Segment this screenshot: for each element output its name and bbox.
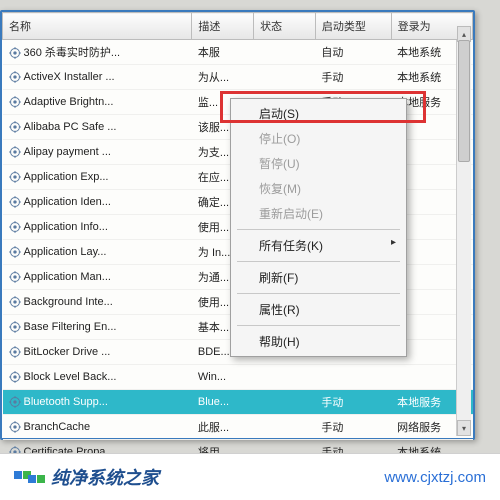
- cell-name: Application Iden...: [3, 190, 192, 215]
- cell-start-type: 手动: [315, 390, 391, 415]
- ctx-help[interactable]: 帮助(H): [231, 329, 406, 354]
- cell-status: [254, 390, 316, 415]
- cell-desc: 为从...: [192, 65, 254, 90]
- cell-name: Alipay payment ...: [3, 140, 192, 165]
- gear-icon: [9, 246, 21, 258]
- table-row[interactable]: BranchCache此服...手动网络服务: [3, 415, 473, 440]
- cell-name: Application Exp...: [3, 165, 192, 190]
- ctx-separator: [237, 293, 400, 294]
- brand-text: 纯净系统之家: [51, 464, 159, 490]
- ctx-pause: 暂停(U): [231, 151, 406, 176]
- col-header-desc[interactable]: 描述: [192, 13, 254, 40]
- ctx-properties[interactable]: 属性(R): [231, 297, 406, 322]
- cell-name: Application Man...: [3, 265, 192, 290]
- gear-icon: [9, 346, 21, 358]
- table-row[interactable]: Block Level Back...Win...: [3, 365, 473, 390]
- cell-name: Bluetooth Supp...: [3, 390, 192, 415]
- gear-icon: [9, 271, 21, 283]
- cell-name: Base Filtering En...: [3, 315, 192, 340]
- ctx-separator: [237, 325, 400, 326]
- gear-icon: [9, 171, 21, 183]
- cell-status: [254, 415, 316, 440]
- table-row[interactable]: ActiveX Installer ...为从...手动本地系统: [3, 65, 473, 90]
- cell-status: [254, 40, 316, 65]
- scroll-thumb[interactable]: [458, 40, 470, 162]
- cell-name: Block Level Back...: [3, 365, 192, 390]
- gear-icon: [9, 196, 21, 208]
- cell-start-type: [315, 365, 391, 390]
- gear-icon: [9, 47, 21, 59]
- table-header: 名称 描述 状态 启动类型 登录为: [3, 13, 473, 40]
- cell-name: Application Info...: [3, 215, 192, 240]
- cell-desc: Blue...: [192, 390, 254, 415]
- gear-icon: [9, 146, 21, 158]
- gear-icon: [9, 121, 21, 133]
- brand: 纯净系统之家: [14, 464, 159, 490]
- cell-name: ActiveX Installer ...: [3, 65, 192, 90]
- cell-name: Adaptive Brightn...: [3, 90, 192, 115]
- brand-url: www.cjxtzj.com: [384, 469, 486, 486]
- gear-icon: [9, 221, 21, 233]
- gear-icon: [9, 371, 21, 383]
- watermark-footer: 纯净系统之家 www.cjxtzj.com: [0, 453, 500, 500]
- windows-logo-icon: [14, 471, 45, 483]
- gear-icon: [9, 71, 21, 83]
- table-row[interactable]: 360 杀毒实时防护...本服自动本地系统: [3, 40, 473, 65]
- col-header-name[interactable]: 名称: [3, 13, 192, 40]
- col-header-start-type[interactable]: 启动类型: [315, 13, 391, 40]
- screenshot-root: 登录程 设备 关联 名称 描述 状态 启动类型 登录为 360 杀毒实时防护..…: [0, 0, 500, 500]
- ctx-start[interactable]: 启动(S): [231, 101, 406, 126]
- col-header-status[interactable]: 状态: [254, 13, 316, 40]
- cell-name: 360 杀毒实时防护...: [3, 40, 192, 65]
- cell-name: Application Lay...: [3, 240, 192, 265]
- gear-icon: [9, 421, 21, 433]
- cell-start-type: 手动: [315, 415, 391, 440]
- cell-name: Alibaba PC Safe ...: [3, 115, 192, 140]
- cell-status: [254, 365, 316, 390]
- ctx-stop: 停止(O): [231, 126, 406, 151]
- cell-name: Background Inte...: [3, 290, 192, 315]
- cell-name: BranchCache: [3, 415, 192, 440]
- cell-desc: 此服...: [192, 415, 254, 440]
- gear-icon: [9, 96, 21, 108]
- gear-icon: [9, 396, 21, 408]
- vertical-scrollbar[interactable]: ▴ ▾: [456, 40, 471, 436]
- ctx-restart: 重新启动(E): [231, 201, 406, 226]
- ctx-resume: 恢复(M): [231, 176, 406, 201]
- scroll-down-arrow[interactable]: ▾: [457, 420, 471, 436]
- table-row[interactable]: Bluetooth Supp...Blue...手动本地服务: [3, 390, 473, 415]
- cell-start-type: 自动: [315, 40, 391, 65]
- cell-name: BitLocker Drive ...: [3, 340, 192, 365]
- cell-desc: 本服: [192, 40, 254, 65]
- ctx-separator: [237, 261, 400, 262]
- cell-status: [254, 65, 316, 90]
- gear-icon: [9, 296, 21, 308]
- ctx-all-tasks[interactable]: 所有任务(K): [231, 233, 406, 258]
- ctx-separator: [237, 229, 400, 230]
- cell-start-type: 手动: [315, 65, 391, 90]
- gear-icon: [9, 321, 21, 333]
- context-menu: 启动(S) 停止(O) 暂停(U) 恢复(M) 重新启动(E) 所有任务(K) …: [230, 98, 407, 357]
- ctx-refresh[interactable]: 刷新(F): [231, 265, 406, 290]
- cell-desc: Win...: [192, 365, 254, 390]
